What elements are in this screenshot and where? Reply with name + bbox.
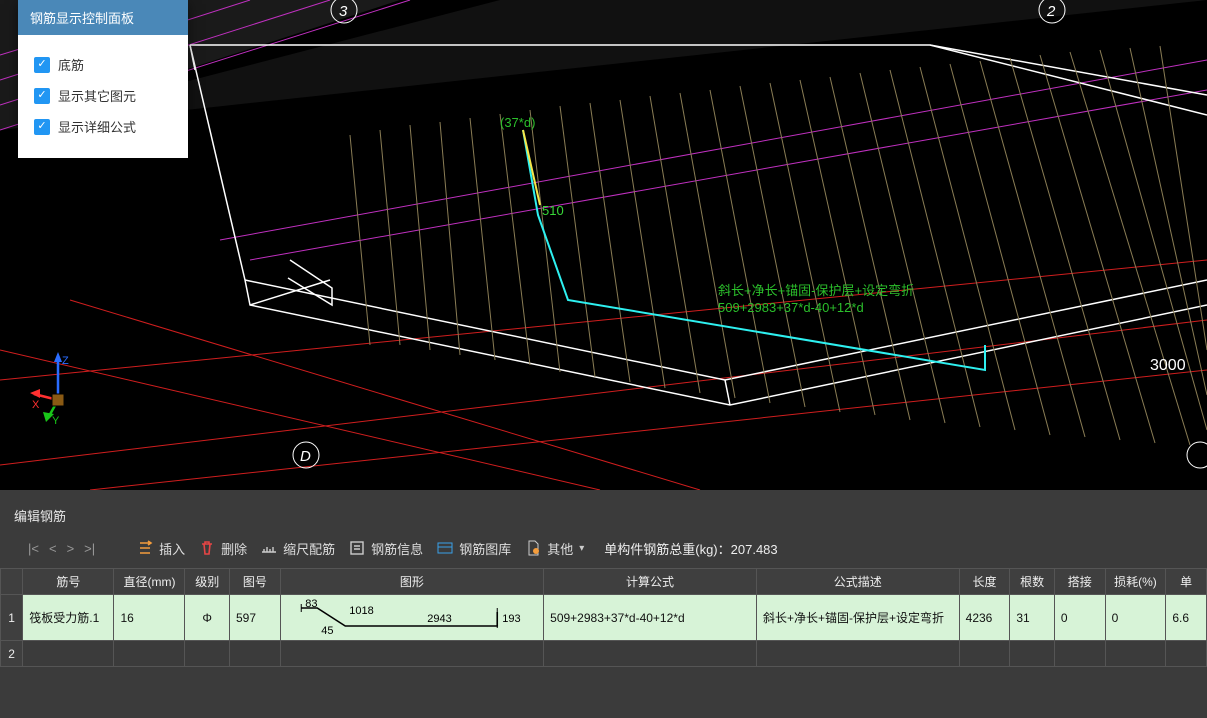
viewport-annot-top: (37*d) <box>500 115 535 130</box>
nav-first[interactable]: |< <box>28 541 39 556</box>
checkbox-show-formula[interactable]: ✓ 显示详细公式 <box>34 111 172 142</box>
insert-icon <box>137 540 153 556</box>
library-button[interactable]: 钢筋图库 <box>437 539 511 558</box>
svg-text:Y: Y <box>52 415 60 425</box>
table-header-row: 筋号 直径(mm) 级别 图号 图形 计算公式 公式描述 长度 根数 搭接 损耗… <box>1 569 1207 595</box>
svg-text:D: D <box>300 448 311 465</box>
nav-arrows: |< < > >| <box>28 541 95 556</box>
axis-gizmo[interactable]: Z X Y <box>28 350 88 410</box>
row-number: 1 <box>1 595 23 641</box>
check-icon: ✓ <box>34 88 50 104</box>
cell-loss: 0 <box>1105 595 1166 641</box>
rebar-table[interactable]: 筋号 直径(mm) 级别 图号 图形 计算公式 公式描述 长度 根数 搭接 损耗… <box>0 568 1207 718</box>
insert-button[interactable]: 插入 <box>137 539 185 558</box>
cell-shape: 83 45 1018 2943 193 <box>280 595 543 641</box>
cell-overlap: 0 <box>1054 595 1105 641</box>
total-weight: 单构件钢筋总重(kg)：207.483 <box>604 539 777 558</box>
svg-text:Z: Z <box>62 355 69 367</box>
cell-grade: Φ <box>185 595 230 641</box>
library-icon <box>437 540 453 556</box>
horizontal-splitter[interactable] <box>0 490 1207 500</box>
cell-last: 6.6 <box>1166 595 1207 641</box>
svg-text:3: 3 <box>339 3 348 20</box>
scale-button[interactable]: 缩尺配筋 <box>261 539 335 558</box>
panel-title: 钢筋显示控制面板 <box>18 0 188 35</box>
viewport-annot-formula2: 509+2983+37*d-40+12*d <box>718 300 864 315</box>
nav-next[interactable]: > <box>67 541 75 556</box>
info-button[interactable]: 钢筋信息 <box>349 539 423 558</box>
cell-tuhao: 597 <box>230 595 281 641</box>
page-icon <box>525 540 541 556</box>
cell-diameter: 16 <box>114 595 185 641</box>
check-icon: ✓ <box>34 57 50 73</box>
check-icon: ✓ <box>34 119 50 135</box>
checkbox-label: 底筋 <box>58 55 84 74</box>
delete-icon <box>199 540 215 556</box>
checkbox-bottom-bar[interactable]: ✓ 底筋 <box>34 49 172 80</box>
rebar-display-panel: 钢筋显示控制面板 ✓ 底筋 ✓ 显示其它图元 ✓ 显示详细公式 <box>18 0 188 158</box>
cell-count: 31 <box>1010 595 1055 641</box>
svg-text:2943: 2943 <box>427 613 451 625</box>
svg-text:83: 83 <box>305 598 317 610</box>
bar-shape-diagram: 83 45 1018 2943 193 <box>287 598 537 638</box>
edit-toolbar: |< < > >| 插入 删除 缩尺配筋 钢筋信息 <box>0 528 1207 568</box>
viewport-annot-formula1: 斜长+净长+锚固-保护层+设定弯折 <box>718 283 914 298</box>
table-row[interactable]: 1 筏板受力筋.1 16 Φ 597 83 45 1018 2943 <box>1 595 1207 641</box>
cell-formula: 509+2983+37*d-40+12*d <box>544 595 757 641</box>
svg-text:1018: 1018 <box>349 605 373 617</box>
ruler-icon <box>261 540 277 556</box>
svg-text:45: 45 <box>321 625 333 637</box>
delete-button[interactable]: 删除 <box>199 539 247 558</box>
svg-text:193: 193 <box>502 613 520 625</box>
viewport-dim-right: 3000 <box>1150 357 1186 374</box>
checkbox-show-others[interactable]: ✓ 显示其它图元 <box>34 80 172 111</box>
svg-text:2: 2 <box>1046 3 1056 20</box>
svg-text:X: X <box>32 399 40 411</box>
chevron-down-icon: ▾ <box>579 543 584 554</box>
nav-last[interactable]: >| <box>84 541 95 556</box>
nav-prev[interactable]: < <box>49 541 57 556</box>
cell-name: 筏板受力筋.1 <box>23 595 114 641</box>
viewport-annot-dim: 510 <box>542 203 564 218</box>
checkbox-label: 显示详细公式 <box>58 117 136 136</box>
cell-desc: 斜长+净长+锚固-保护层+设定弯折 <box>756 595 959 641</box>
other-button[interactable]: 其他 ▾ <box>525 539 584 558</box>
section-title: 编辑钢筋 <box>0 500 1207 528</box>
table-row-empty[interactable]: 2 <box>1 641 1207 667</box>
info-icon <box>349 540 365 556</box>
cell-length: 4236 <box>959 595 1010 641</box>
checkbox-label: 显示其它图元 <box>58 86 136 105</box>
